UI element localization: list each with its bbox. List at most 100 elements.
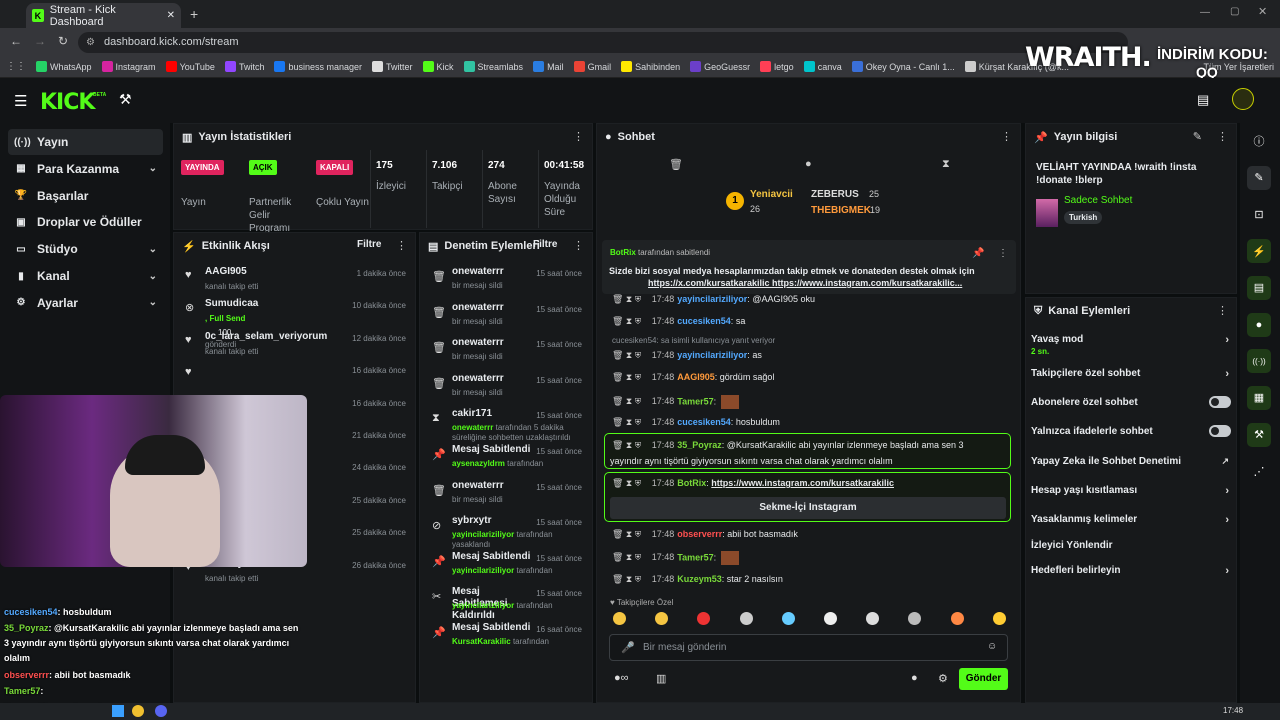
moderation-menu-icon[interactable]: ⋮ xyxy=(573,239,584,252)
close-window-icon[interactable]: ✕ xyxy=(1258,5,1267,18)
wallet-icon[interactable]: ▤ xyxy=(1197,92,1209,108)
chat-username[interactable]: cucesiken54 xyxy=(677,316,731,326)
chat-icon[interactable]: ● xyxy=(911,672,918,684)
instagram-button[interactable]: Sekme-İçi Instagram xyxy=(610,497,1006,519)
chrome-taskbar-icon[interactable] xyxy=(132,705,144,717)
send-button[interactable]: Gönder xyxy=(959,668,1008,690)
message-text[interactable]: https://www.instagram.com/kursatkarakili… xyxy=(711,478,894,488)
info-icon[interactable]: ⓘ xyxy=(1247,129,1271,153)
chat-username[interactable]: yayincilariziliyor xyxy=(677,294,747,304)
bookmark-item[interactable]: Streamlabs xyxy=(463,61,523,72)
chat-username[interactable]: Tamer57 xyxy=(677,552,713,562)
emote-icon[interactable] xyxy=(950,612,964,625)
bookmark-item[interactable]: letgo xyxy=(760,61,794,72)
moderator-name[interactable]: onewaterrr xyxy=(452,423,493,432)
chat-menu-icon[interactable]: ⋮ xyxy=(1001,130,1012,143)
chat-username[interactable]: Tamer57 xyxy=(677,396,713,406)
gear-icon[interactable]: ⚙ xyxy=(938,672,948,685)
edit-icon[interactable]: ✎ xyxy=(1247,165,1271,190)
emoji-icon[interactable]: ☺ xyxy=(987,641,997,652)
store-icon[interactable]: ▥ xyxy=(656,672,666,685)
sidebar-item-droplar-ve-ödüller[interactable]: ▣ Droplar ve Ödüller xyxy=(8,209,163,235)
mod-tools-icon[interactable]: 🗑 ⧗ ⛨ xyxy=(612,316,644,326)
moderator-name[interactable]: yayincilariziliyor xyxy=(452,566,514,575)
minimize-icon[interactable]: — xyxy=(1200,7,1210,18)
people-icon[interactable]: ⋰ xyxy=(1247,459,1271,483)
channel-action[interactable]: İzleyici Yönlendir xyxy=(1031,540,1231,551)
mic-icon[interactable]: 🎤 xyxy=(621,641,635,654)
bookmark-item[interactable]: WhatsApp xyxy=(36,61,92,72)
toggle-switch[interactable] xyxy=(1209,425,1231,437)
mod-tools-icon[interactable]: 🗑 ⧗ ⛨ xyxy=(612,396,644,406)
moderator-name[interactable]: aysenazyldrm xyxy=(452,459,505,468)
forward-icon[interactable]: → xyxy=(34,34,46,48)
mod-tools-icon[interactable]: 🗑 ⧗ ⛨ xyxy=(612,574,644,584)
mod-tools-icon[interactable]: 🗑 ⧗ ⛨ xyxy=(612,294,644,304)
chat-username[interactable]: Kuzeym53 xyxy=(677,574,722,584)
gifter-name[interactable]: THEBIGMEK xyxy=(811,205,871,216)
bookmark-item[interactable]: canva xyxy=(803,61,842,72)
channel-action[interactable]: Hesap yaşı kısıtlaması › xyxy=(1031,485,1231,497)
chevron-down-icon[interactable]: ⌄ xyxy=(149,163,157,174)
category-name[interactable]: Sadece Sohbet xyxy=(1064,195,1132,206)
sidebar-item-başarılar[interactable]: 🏆 Başarılar xyxy=(8,183,163,209)
reload-icon[interactable]: ↻ xyxy=(58,34,68,48)
channel-actions-menu-icon[interactable]: ⋮ xyxy=(1217,304,1228,317)
emote-icon[interactable] xyxy=(613,612,626,625)
close-tab-icon[interactable]: ✕ xyxy=(167,10,175,21)
activity-user[interactable]: Sumudicaa xyxy=(205,298,258,309)
bookmark-item[interactable]: Instagram xyxy=(101,61,156,72)
pinned-links[interactable]: https://x.com/kursatkarakilic https://ww… xyxy=(648,278,998,288)
activity-filter-button[interactable]: Filtre xyxy=(357,239,381,250)
chevron-right-icon[interactable]: › xyxy=(1225,565,1229,577)
mod-tools-icon[interactable]: 🗑 ⧗ ⛨ xyxy=(612,372,644,382)
emote-icon[interactable] xyxy=(992,612,1006,625)
chevron-right-icon[interactable]: › xyxy=(1225,514,1229,526)
chat-username[interactable]: BotRix xyxy=(677,478,706,488)
mod-tools-icon[interactable]: 🗑 ⧗ ⛨ xyxy=(612,440,644,450)
browser-tab[interactable]: K Stream - Kick Dashboard ✕ xyxy=(26,3,181,28)
unpin-icon[interactable]: 📌 xyxy=(972,248,984,259)
chat-username[interactable]: observerrr xyxy=(677,529,722,539)
bolt-icon[interactable]: ⚡ xyxy=(1247,239,1271,264)
taskbar-app-icon[interactable] xyxy=(112,705,124,717)
stream-info-menu-icon[interactable]: ⋮ xyxy=(1217,130,1228,143)
chevron-down-icon[interactable]: ⌄ xyxy=(149,244,157,255)
bookmark-item[interactable]: Okey Oyna - Canlı 1... xyxy=(851,61,955,72)
stats-menu-icon[interactable]: ⋮ xyxy=(573,130,584,143)
maximize-icon[interactable]: ▢ xyxy=(1230,6,1239,17)
chevron-down-icon[interactable]: ⌄ xyxy=(149,271,157,282)
chevron-right-icon[interactable]: › xyxy=(1225,334,1229,346)
moderation-filter-button[interactable]: Filtre xyxy=(533,239,557,250)
gifter-name[interactable]: ZEBERUS xyxy=(811,189,859,200)
bookmark-item[interactable]: Mail xyxy=(533,61,564,72)
sidebar-item-yayın[interactable]: ((·)) Yayın xyxy=(8,129,163,155)
chevron-down-icon[interactable]: ⌄ xyxy=(149,297,157,308)
bookmark-item[interactable]: Twitch xyxy=(224,61,264,72)
mod-tools-icon[interactable]: 🗑 ⧗ ⛨ xyxy=(612,552,644,562)
toggle-switch[interactable] xyxy=(1209,396,1231,408)
chat-username[interactable]: AAGI905 xyxy=(677,372,715,382)
url-field[interactable]: ⚙ dashboard.kick.com/stream xyxy=(78,32,1128,53)
layout-icon[interactable]: ▦ xyxy=(1247,385,1271,410)
discord-taskbar-icon[interactable] xyxy=(155,705,167,717)
site-info-icon[interactable]: ⚙ xyxy=(86,32,95,53)
moderator-name[interactable]: yayincilariziliyor xyxy=(452,530,514,539)
mod-tools-icon[interactable]: 🗑 ⧗ ⛨ xyxy=(612,529,644,539)
trash-tab-icon[interactable]: 🗑 xyxy=(669,158,683,171)
top-gifter-name[interactable]: Yeniavcii xyxy=(750,189,793,200)
pinned-menu-icon[interactable]: ⋮ xyxy=(998,248,1008,259)
channel-action[interactable]: Yavaş mod 2 sn. › xyxy=(1031,334,1231,356)
bookmark-item[interactable]: Kick xyxy=(422,61,454,72)
menu-icon[interactable]: ☰ xyxy=(14,92,27,110)
channel-action[interactable]: Yasaklanmış kelimeler › xyxy=(1031,514,1231,526)
channel-action[interactable]: Hedefleri belirleyin › xyxy=(1031,565,1231,577)
apps-icon[interactable]: ⋮⋮ xyxy=(6,61,26,72)
external-link-icon[interactable]: ↗ xyxy=(1221,456,1229,467)
bookmark-item[interactable]: business manager xyxy=(274,61,362,72)
avatar[interactable] xyxy=(1232,88,1254,110)
edit-icon[interactable]: ✎ xyxy=(1193,130,1202,143)
new-tab-icon[interactable]: + xyxy=(190,6,198,22)
channel-action[interactable]: Yalnızca ifadelerle sohbet xyxy=(1031,425,1231,437)
tools-icon[interactable]: ⚒ xyxy=(1247,422,1271,447)
